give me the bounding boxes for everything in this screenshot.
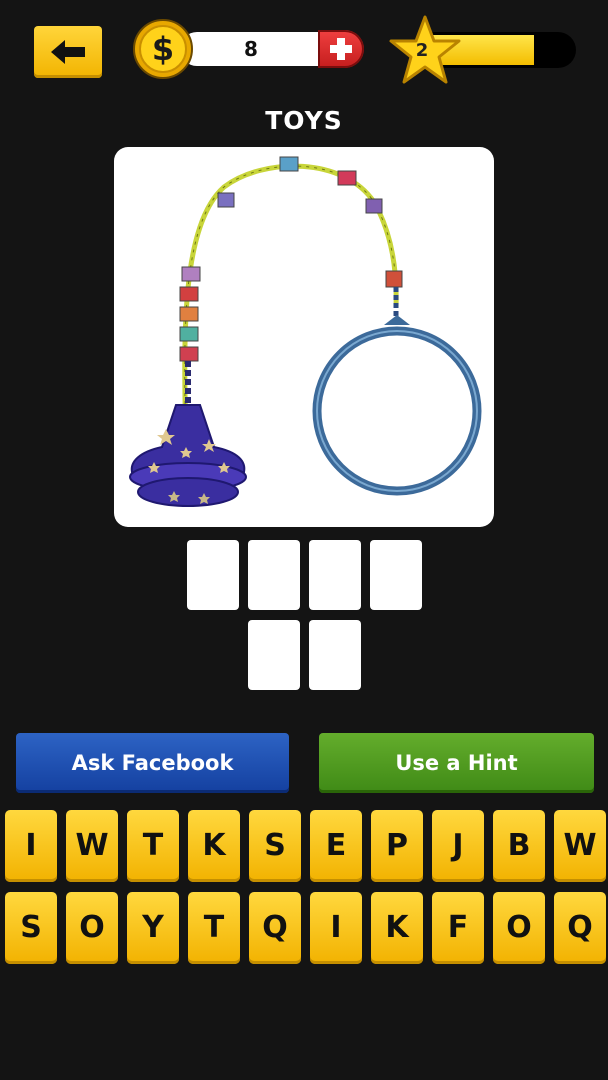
letter-key[interactable]: K [188,810,240,882]
coin-count: 8 [244,37,258,61]
skip-ball-ankle-toy-image [129,156,482,507]
letter-key[interactable]: T [188,892,240,964]
letter-key[interactable]: W [66,810,118,882]
letter-key[interactable]: S [249,810,301,882]
top-bar: 8 $ 2 [0,0,608,100]
letter-key[interactable]: I [310,892,362,964]
letter-key[interactable]: T [127,810,179,882]
letter-key[interactable]: J [432,810,484,882]
dollar-coin-icon: $ [133,19,193,79]
svg-text:$: $ [152,30,174,68]
back-button[interactable] [34,26,102,78]
plus-icon [330,38,352,60]
arrow-left-icon [51,40,85,64]
letter-key[interactable]: I [5,810,57,882]
answer-slot[interactable] [248,540,300,610]
ask-facebook-button[interactable]: Ask Facebook [16,733,289,793]
letter-key[interactable]: O [493,892,545,964]
answer-slot[interactable] [187,540,239,610]
use-hint-button[interactable]: Use a Hint [319,733,594,793]
letter-key[interactable]: Q [554,892,606,964]
answer-slot[interactable] [309,620,361,690]
puzzle-image [114,147,494,527]
letter-key[interactable]: E [310,810,362,882]
answer-slot[interactable] [248,620,300,690]
letter-key[interactable]: Y [127,892,179,964]
letter-key[interactable]: P [371,810,423,882]
letter-key[interactable]: B [493,810,545,882]
letter-key[interactable]: F [432,892,484,964]
add-coins-button[interactable] [318,30,364,68]
letter-key[interactable]: Q [249,892,301,964]
category-title: TOYS [265,106,343,135]
letter-key[interactable]: W [554,810,606,882]
letter-key[interactable]: K [371,892,423,964]
letter-key[interactable]: O [66,892,118,964]
letter-key[interactable]: S [5,892,57,964]
answer-slot[interactable] [309,540,361,610]
answer-slot[interactable] [370,540,422,610]
level-number: 2 [415,40,429,61]
